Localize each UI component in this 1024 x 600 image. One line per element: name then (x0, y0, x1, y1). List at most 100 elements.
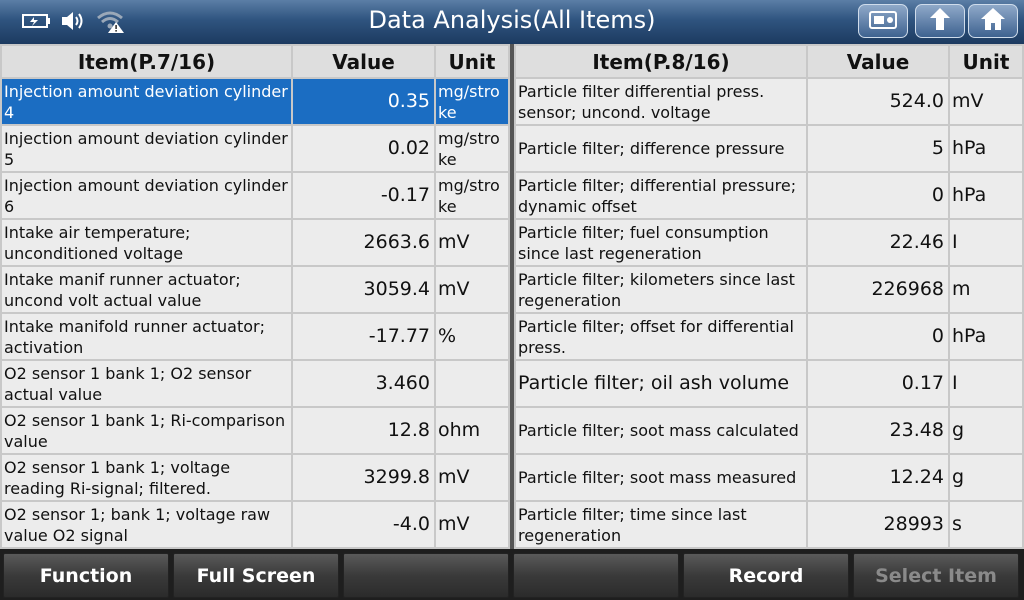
column-header-value: Value (293, 46, 434, 77)
table-row[interactable]: Particle filter; soot mass calculated 23… (516, 408, 1022, 453)
item-value: 0.17 (808, 361, 948, 406)
column-header-value: Value (808, 46, 948, 77)
select-item-button[interactable]: Select Item (853, 553, 1019, 598)
home-icon (979, 6, 1007, 36)
table-row[interactable]: Particle filter; fuel consumption since … (516, 220, 1022, 265)
table-row[interactable]: Particle filter; kilometers since last r… (516, 267, 1022, 312)
column-header-item[interactable]: Item(P.8/16) (516, 46, 806, 77)
item-unit: mg/stroke (436, 173, 508, 218)
item-unit: hPa (950, 314, 1022, 359)
item-value: 12.8 (293, 408, 434, 453)
item-unit: mV (436, 502, 508, 547)
item-name: O2 sensor 1 bank 1; O2 sensor actual val… (2, 361, 291, 406)
table-row[interactable]: O2 sensor 1 bank 1; O2 sensor actual val… (2, 361, 508, 406)
item-value: 3.460 (293, 361, 434, 406)
item-value: -0.17 (293, 173, 434, 218)
item-unit: s (950, 502, 1022, 547)
item-name: Intake manif runner actuator; uncond vol… (2, 267, 291, 312)
item-value: 23.48 (808, 408, 948, 453)
item-name: Particle filter; soot mass measured (516, 455, 806, 500)
item-value: 3059.4 (293, 267, 434, 312)
item-unit: mV (436, 455, 508, 500)
item-value: -17.77 (293, 314, 434, 359)
full-screen-button[interactable]: Full Screen (173, 553, 339, 598)
item-unit: g (950, 455, 1022, 500)
item-value: 2663.6 (293, 220, 434, 265)
table-row[interactable]: Intake manifold runner actuator; activat… (2, 314, 508, 359)
item-name: Particle filter; differential pressure; … (516, 173, 806, 218)
item-unit: ohm (436, 408, 508, 453)
table-row[interactable]: Particle filter; offset for differential… (516, 314, 1022, 359)
back-button[interactable] (915, 4, 965, 38)
left-data-table: Item(P.7/16) Value Unit Injection amount… (0, 44, 510, 549)
item-name: Particle filter; difference pressure (516, 126, 806, 171)
item-unit: mg/stroke (436, 126, 508, 171)
item-name: Particle filter; fuel consumption since … (516, 220, 806, 265)
item-unit: hPa (950, 173, 1022, 218)
column-header-item[interactable]: Item(P.7/16) (2, 46, 291, 77)
item-unit: % (436, 314, 508, 359)
item-value: 22.46 (808, 220, 948, 265)
record-button[interactable]: Record (683, 553, 849, 598)
screenshot-icon (868, 8, 898, 34)
item-name: Particle filter differential press. sens… (516, 79, 806, 124)
item-value: 0 (808, 173, 948, 218)
table-row[interactable]: Particle filter; differential pressure; … (516, 173, 1022, 218)
screenshot-button[interactable] (858, 4, 908, 38)
item-name: Particle filter; soot mass calculated (516, 408, 806, 453)
table-row[interactable]: Injection amount deviation cylinder 6 -0… (2, 173, 508, 218)
item-value: 0.35 (293, 79, 434, 124)
item-value: -4.0 (293, 502, 434, 547)
item-name: Injection amount deviation cylinder 4 (2, 79, 291, 124)
item-name: Injection amount deviation cylinder 6 (2, 173, 291, 218)
item-value: 5 (808, 126, 948, 171)
item-name: Intake manifold runner actuator; activat… (2, 314, 291, 359)
table-row[interactable]: Particle filter differential press. sens… (516, 79, 1022, 124)
table-row[interactable]: O2 sensor 1; bank 1; voltage raw value O… (2, 502, 508, 547)
item-name: Particle filter; kilometers since last r… (516, 267, 806, 312)
item-name: O2 sensor 1 bank 1; voltage reading Ri-s… (2, 455, 291, 500)
table-row[interactable]: Particle filter; difference pressure 5 h… (516, 126, 1022, 171)
table-row[interactable]: Particle filter; oil ash volume 0.17 I (516, 361, 1022, 406)
right-data-table: Item(P.8/16) Value Unit Particle filter … (514, 44, 1024, 549)
table-row[interactable]: Particle filter; soot mass measured 12.2… (516, 455, 1022, 500)
table-row[interactable]: Intake manif runner actuator; uncond vol… (2, 267, 508, 312)
item-name: Injection amount deviation cylinder 5 (2, 126, 291, 171)
item-unit: mg/stroke (436, 79, 508, 124)
table-row[interactable]: Injection amount deviation cylinder 5 0.… (2, 126, 508, 171)
item-name: Particle filter; time since last regener… (516, 502, 806, 547)
item-unit: I (950, 361, 1022, 406)
blank-button-1[interactable] (343, 553, 509, 598)
blank-button-2[interactable] (513, 553, 679, 598)
item-value: 3299.8 (293, 455, 434, 500)
table-row[interactable]: O2 sensor 1 bank 1; voltage reading Ri-s… (2, 455, 508, 500)
item-value: 0 (808, 314, 948, 359)
item-unit: mV (950, 79, 1022, 124)
item-name: Intake air temperature; unconditioned vo… (2, 220, 291, 265)
table-row[interactable]: Intake air temperature; unconditioned vo… (2, 220, 508, 265)
item-name: Particle filter; offset for differential… (516, 314, 806, 359)
item-name: O2 sensor 1; bank 1; voltage raw value O… (2, 502, 291, 547)
column-header-unit: Unit (950, 46, 1022, 77)
title-bar: Data Analysis(All Items) (0, 0, 1024, 44)
item-unit: m (950, 267, 1022, 312)
item-unit: g (950, 408, 1022, 453)
item-value: 0.02 (293, 126, 434, 171)
column-header-unit: Unit (436, 46, 508, 77)
item-name: O2 sensor 1 bank 1; Ri-comparison value (2, 408, 291, 453)
table-row[interactable]: Particle filter; time since last regener… (516, 502, 1022, 547)
item-unit: I (950, 220, 1022, 265)
function-button[interactable]: Function (3, 553, 169, 598)
item-value: 28993 (808, 502, 948, 547)
item-unit (436, 361, 508, 406)
item-value: 524.0 (808, 79, 948, 124)
table-row[interactable]: Injection amount deviation cylinder 4 0.… (2, 79, 508, 124)
home-button[interactable] (968, 4, 1018, 38)
item-unit: mV (436, 267, 508, 312)
item-value: 12.24 (808, 455, 948, 500)
item-unit: hPa (950, 126, 1022, 171)
back-icon (926, 6, 954, 36)
table-row[interactable]: O2 sensor 1 bank 1; Ri-comparison value … (2, 408, 508, 453)
item-value: 226968 (808, 267, 948, 312)
bottom-toolbar: Function Full Screen Record Select Item (0, 549, 1024, 600)
